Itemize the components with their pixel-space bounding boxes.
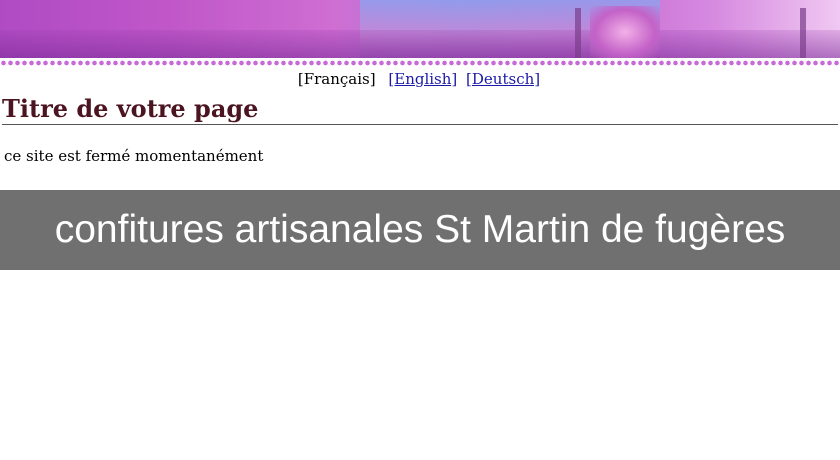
header-banner — [0, 0, 840, 58]
dotted-divider — [0, 59, 840, 67]
banner-building-image — [590, 6, 660, 58]
lang-current: [Français] — [297, 70, 376, 88]
bridge-pillar — [800, 8, 806, 58]
lang-link-deutsch[interactable]: [Deutsch] — [466, 70, 540, 88]
title-rule — [2, 124, 838, 125]
closed-message: ce site est fermé momentanément — [4, 147, 264, 165]
caption-bar: confitures artisanales St Martin de fugè… — [0, 190, 840, 270]
bridge-pillar — [575, 8, 581, 58]
banner-horizon — [0, 30, 840, 58]
page-title: Titre de votre page — [2, 94, 259, 123]
caption-text: confitures artisanales St Martin de fugè… — [54, 208, 786, 251]
language-switcher: [Français] [English] [Deutsch] — [0, 70, 840, 88]
lang-link-english[interactable]: [English] — [388, 70, 457, 88]
